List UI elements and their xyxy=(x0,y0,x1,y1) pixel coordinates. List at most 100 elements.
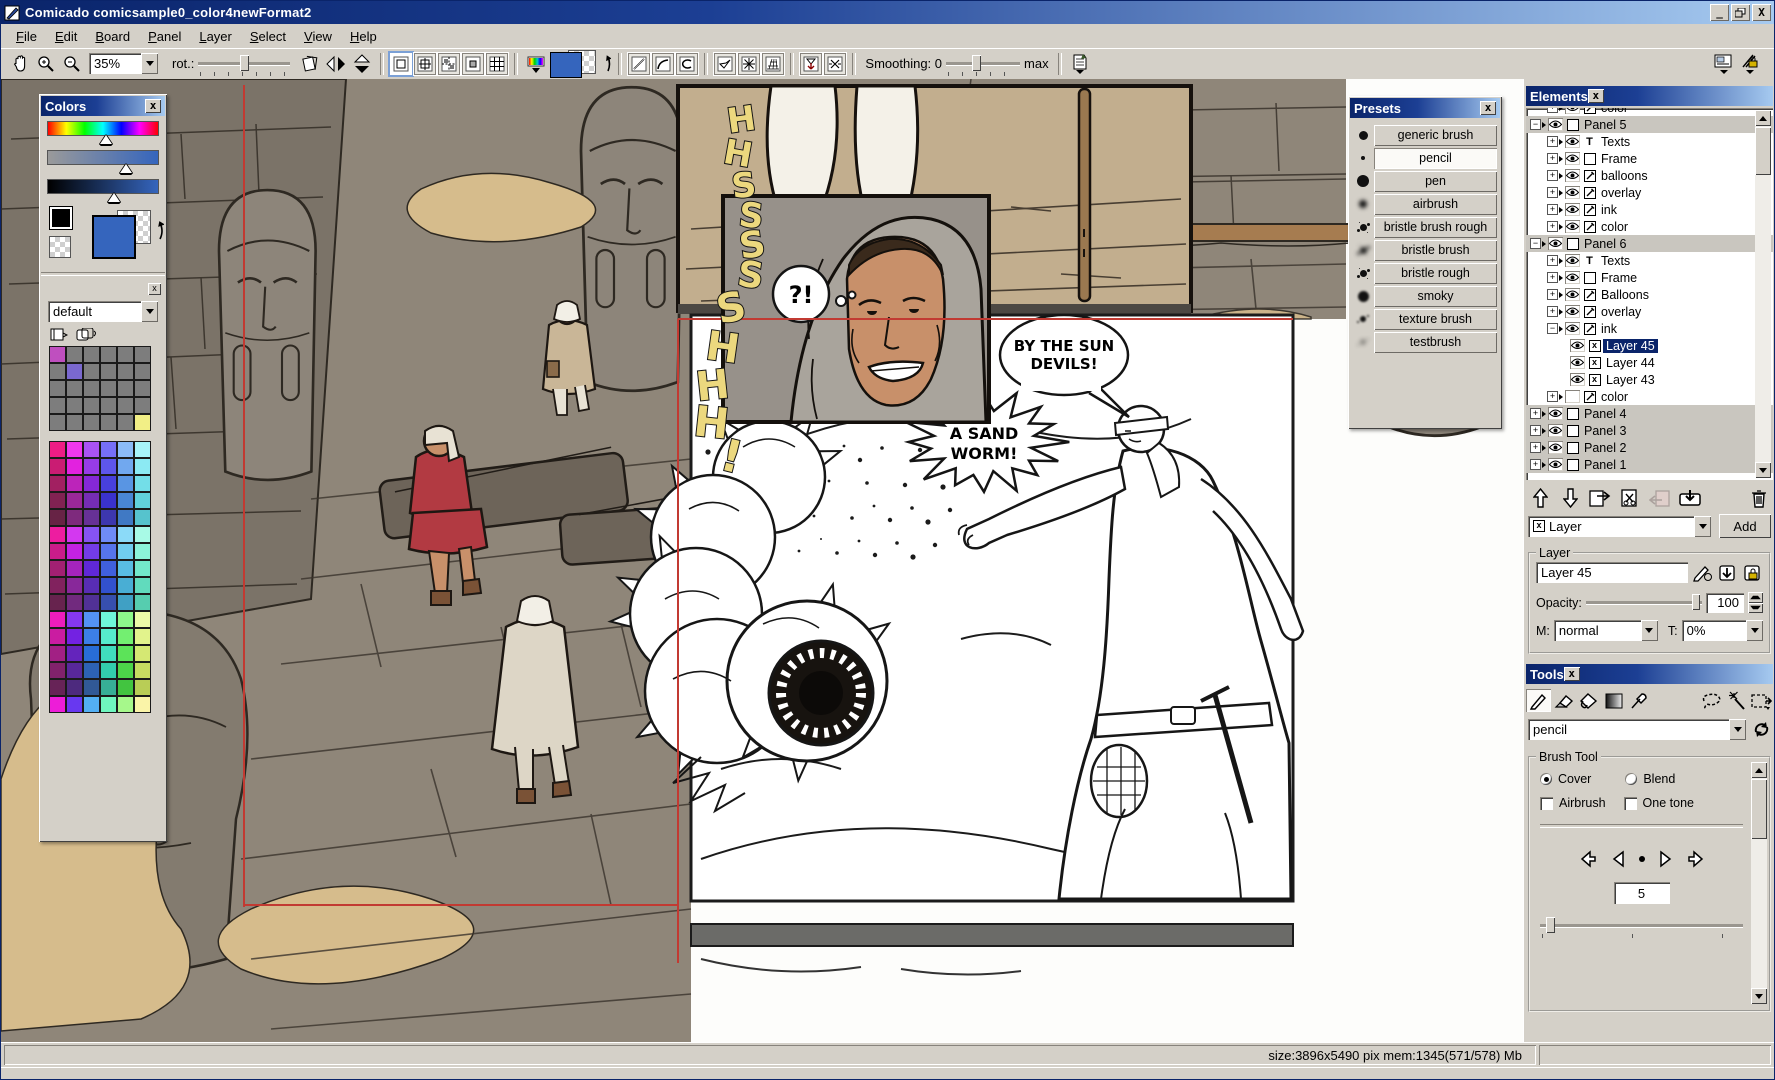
custom-swatch[interactable] xyxy=(134,397,151,414)
spectrum-swatch[interactable] xyxy=(66,509,83,526)
expand-icon[interactable]: + xyxy=(1547,272,1558,283)
zoom-level-value[interactable]: 35% xyxy=(89,53,141,74)
expand-icon[interactable]: + xyxy=(1547,306,1558,317)
visibility-eye-icon[interactable] xyxy=(1570,373,1585,386)
lock-layer-icon[interactable] xyxy=(1743,564,1763,582)
brush-scroll-up-icon[interactable] xyxy=(1751,762,1767,778)
visibility-eye-icon[interactable] xyxy=(1565,322,1580,335)
spectrum-swatch[interactable] xyxy=(100,645,117,662)
cover-radio[interactable] xyxy=(1540,773,1552,785)
spectrum-swatch[interactable] xyxy=(49,475,66,492)
spectrum-swatch[interactable] xyxy=(49,577,66,594)
tree-row-label[interactable]: Layer 44 xyxy=(1603,356,1658,370)
visibility-eye-icon[interactable] xyxy=(1565,305,1580,318)
size-step-down-icon[interactable] xyxy=(1611,850,1625,868)
tree-row-balloons[interactable]: +balloons xyxy=(1526,167,1773,184)
hue-marker[interactable] xyxy=(100,135,112,144)
spectrum-swatch[interactable] xyxy=(66,441,83,458)
layer-name-field[interactable]: Layer 45 xyxy=(1536,562,1688,583)
tolerance-combo[interactable]: 0% xyxy=(1682,620,1763,641)
spectrum-swatch[interactable] xyxy=(83,577,100,594)
tool-select-value[interactable]: pencil xyxy=(1528,719,1729,740)
spectrum-swatch[interactable] xyxy=(100,560,117,577)
custom-swatch[interactable] xyxy=(49,363,66,380)
collapse-icon[interactable]: − xyxy=(1530,238,1541,249)
spectrum-swatch[interactable] xyxy=(100,679,117,696)
preset-smoky[interactable]: smoky xyxy=(1374,286,1497,307)
current-color-swatch[interactable] xyxy=(94,217,134,257)
spectrum-swatch[interactable] xyxy=(83,645,100,662)
spectrum-swatch[interactable] xyxy=(134,543,151,560)
spectrum-swatch[interactable] xyxy=(117,458,134,475)
elements-panel-titlebar[interactable]: Elements x xyxy=(1526,86,1773,106)
spectrum-swatch[interactable] xyxy=(117,594,134,611)
tree-row-panel-1[interactable]: +Panel 1 xyxy=(1526,456,1773,473)
tree-row-label[interactable]: color xyxy=(1598,220,1631,234)
preset-bristle-brush-rough[interactable]: bristle brush rough xyxy=(1374,217,1497,238)
opacity-spinner[interactable] xyxy=(1748,592,1763,613)
spectrum-swatch[interactable] xyxy=(83,475,100,492)
tree-row-label[interactable]: overlay xyxy=(1598,186,1644,200)
spectrum-swatch[interactable] xyxy=(49,594,66,611)
add-layer-button[interactable]: Add xyxy=(1719,514,1771,538)
custom-swatch[interactable] xyxy=(100,380,117,397)
flip-vertical-icon[interactable] xyxy=(350,52,374,76)
line-tool-button[interactable] xyxy=(628,53,650,75)
tree-row-frame[interactable]: +Frame xyxy=(1526,150,1773,167)
spectrum-swatch[interactable] xyxy=(134,441,151,458)
spectrum-swatch[interactable] xyxy=(49,509,66,526)
expand-icon[interactable]: + xyxy=(1547,221,1558,232)
saturation-marker[interactable] xyxy=(120,164,132,173)
custom-swatch[interactable] xyxy=(66,346,83,363)
spectrum-swatch[interactable] xyxy=(66,594,83,611)
blend-radio[interactable] xyxy=(1625,773,1637,785)
onetone-checkbox[interactable] xyxy=(1624,797,1637,810)
custom-swatch[interactable] xyxy=(83,380,100,397)
layout-grid-2x2-button[interactable] xyxy=(414,53,436,75)
saturation-gradient-slider[interactable] xyxy=(48,151,158,164)
swap-colors-icon[interactable] xyxy=(598,52,612,76)
visibility-eye-icon[interactable] xyxy=(1565,220,1580,233)
spectrum-swatch[interactable] xyxy=(83,594,100,611)
layer-tree[interactable]: +color−Panel 5+TTexts+Frame+balloons+ove… xyxy=(1526,108,1773,480)
menu-select[interactable]: Select xyxy=(241,26,295,47)
merge-down-icon[interactable] xyxy=(1678,487,1702,509)
tools-panel-titlebar[interactable]: Tools x xyxy=(1526,664,1773,684)
fill-bucket-tool-button[interactable] xyxy=(1576,689,1601,712)
custom-swatch[interactable] xyxy=(117,346,134,363)
tree-row-label[interactable]: Panel 2 xyxy=(1581,441,1629,455)
spectrum-swatch[interactable] xyxy=(134,679,151,696)
expand-icon[interactable]: + xyxy=(1547,136,1558,147)
spectrum-swatch[interactable] xyxy=(100,458,117,475)
preset-airbrush[interactable]: airbrush xyxy=(1374,194,1497,215)
menu-view[interactable]: View xyxy=(295,26,341,47)
presets-panel-titlebar[interactable]: Presets x xyxy=(1350,98,1500,118)
cut-layer-icon[interactable] xyxy=(1618,487,1642,509)
spectrum-swatch[interactable] xyxy=(49,679,66,696)
onetone-label[interactable]: One tone xyxy=(1643,796,1694,810)
layer-type-dropdown-button[interactable] xyxy=(1694,516,1711,537)
curve-tool-button[interactable] xyxy=(652,53,674,75)
spectrum-swatch[interactable] xyxy=(117,492,134,509)
custom-swatch[interactable] xyxy=(66,363,83,380)
tree-row-label[interactable]: ink xyxy=(1598,203,1620,217)
spectrum-swatch[interactable] xyxy=(66,696,83,713)
spectrum-swatch[interactable] xyxy=(117,645,134,662)
zoom-out-tool[interactable] xyxy=(60,52,84,76)
zoom-level-combo[interactable]: 35% xyxy=(89,53,158,74)
pan-hand-tool[interactable] xyxy=(8,52,32,76)
current-color-well[interactable] xyxy=(551,51,595,77)
spectrum-swatch[interactable] xyxy=(134,696,151,713)
delete-layer-icon[interactable] xyxy=(1747,487,1771,509)
menu-help[interactable]: Help xyxy=(341,26,386,47)
spectrum-swatch[interactable] xyxy=(83,628,100,645)
spectrum-swatch[interactable] xyxy=(100,577,117,594)
spectrum-swatch[interactable] xyxy=(117,662,134,679)
spectrum-swatch[interactable] xyxy=(117,543,134,560)
display-settings-dropdown[interactable] xyxy=(1712,52,1736,76)
stroke-black-swatch[interactable] xyxy=(50,207,72,229)
brush-options-scrollbar[interactable] xyxy=(1751,762,1767,1004)
spectrum-swatch[interactable] xyxy=(83,492,100,509)
spectrum-swatch[interactable] xyxy=(49,560,66,577)
collapse-icon[interactable]: − xyxy=(1530,119,1541,130)
